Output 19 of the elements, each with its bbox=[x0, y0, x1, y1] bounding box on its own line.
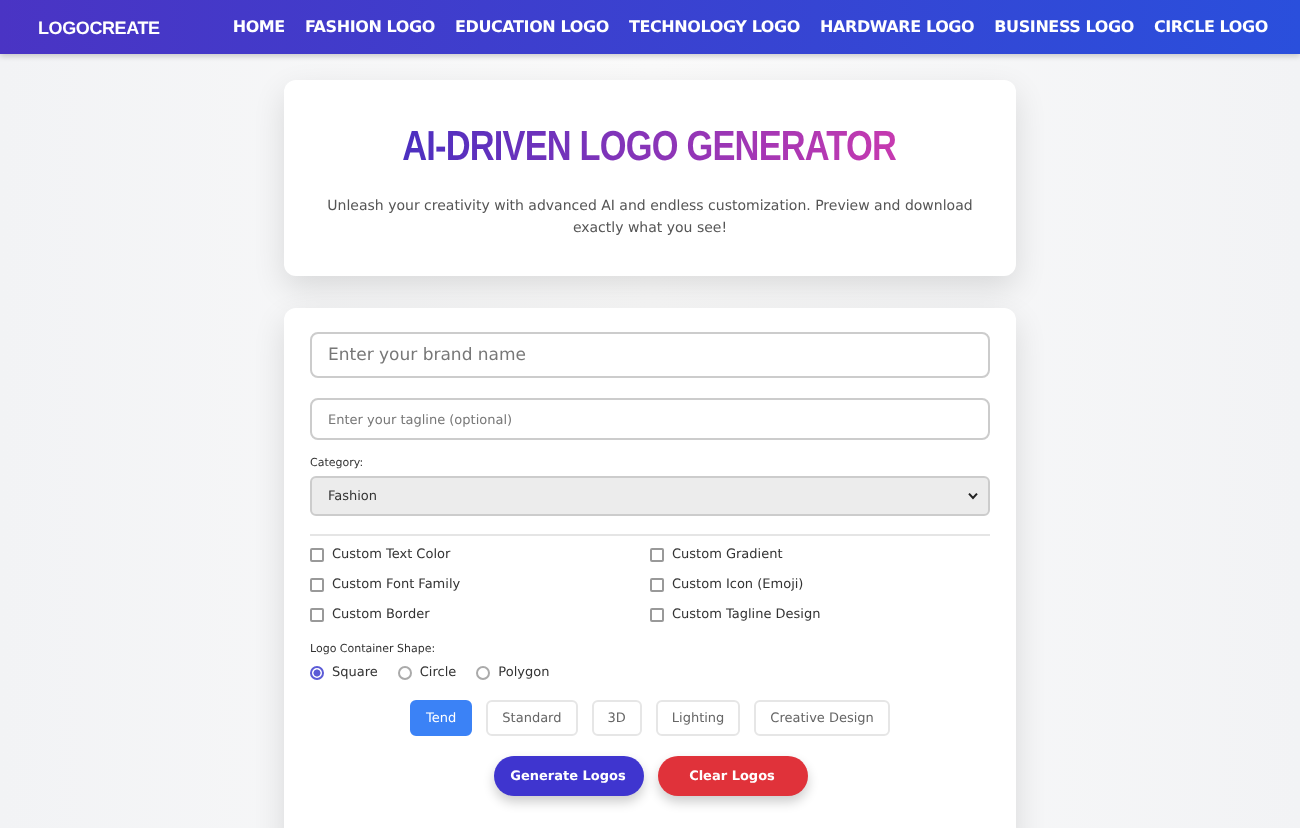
checkbox[interactable] bbox=[650, 577, 664, 591]
radio-button[interactable] bbox=[397, 665, 412, 679]
checkbox[interactable] bbox=[650, 547, 664, 561]
checkbox[interactable] bbox=[310, 607, 324, 621]
chevron-down-icon bbox=[968, 492, 978, 500]
nav-link[interactable]: CIRCLE LOGO bbox=[1153, 18, 1268, 36]
nav-link[interactable]: TECHNOLOGY LOGO bbox=[628, 18, 801, 36]
nav-link[interactable]: EDUCATION LOGO bbox=[455, 18, 609, 36]
nav-link[interactable]: FASHION LOGO bbox=[304, 18, 435, 36]
nav-link[interactable]: HARDWARE LOGO bbox=[820, 18, 975, 36]
brand-name-field[interactable]: Enter your brand name bbox=[310, 332, 990, 378]
radio-button[interactable] bbox=[310, 665, 324, 679]
nav-link[interactable]: BUSINESS LOGO bbox=[994, 18, 1134, 36]
radio-button[interactable] bbox=[476, 665, 491, 679]
checkbox[interactable] bbox=[310, 577, 324, 591]
nav-link[interactable]: HOME bbox=[232, 18, 285, 36]
brand-logo[interactable]: LOGOCREATE bbox=[38, 17, 160, 37]
checkbox[interactable] bbox=[310, 547, 324, 561]
checkbox[interactable] bbox=[650, 607, 664, 621]
